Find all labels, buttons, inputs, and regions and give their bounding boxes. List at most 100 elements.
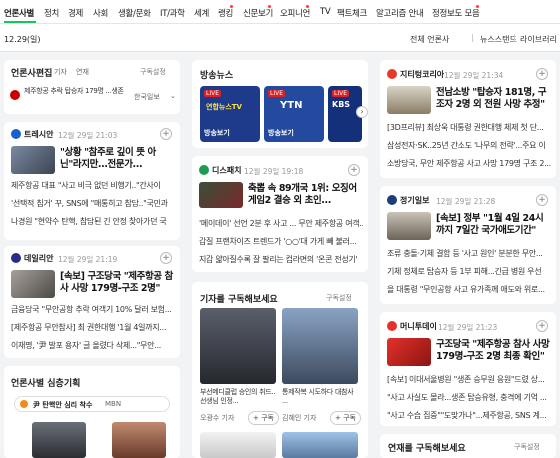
press-logo — [11, 129, 21, 139]
news-thumbnail[interactable] — [11, 146, 55, 174]
press-name: MBN — [105, 400, 122, 408]
tab-by-press[interactable]: 언론사별 — [4, 7, 34, 19]
article-link[interactable]: '메이데이' 선언 2분 후 사고 ... 무안 제주항공 여객... — [199, 218, 363, 229]
headline[interactable]: "상황 "참주로 깊이 뜻 아닌"라지만...전문가... — [60, 147, 174, 171]
article-link[interactable]: '선택적 침거' 꾸, SNS에 "매통히고 참담.."국민과 — [11, 198, 175, 209]
press-card-jitong: 지티텅코리아 12월 29일 21:34 + 전남소방 "탑승자 181명, 구… — [380, 60, 556, 178]
chevron-down-icon[interactable]: ⌄ — [170, 92, 176, 100]
reporter-caption[interactable]: 부선메디클럽 승인의 취드..선생님 인정... — [200, 388, 276, 406]
subscribe-plus-icon[interactable]: + — [348, 164, 360, 176]
reporter-caption[interactable]: 통제작복 시도하다 대참사 ... — [282, 388, 358, 406]
press-name: 한국일보 — [134, 93, 160, 101]
article-link[interactable]: 제주항공 대표 "사고 비극 없던 비행기.."간사이 — [11, 180, 175, 191]
reporter-subscribe-card: 기자를 구독해보세요 구독설정 부선메디클럽 승인의 취드..선생님 인정...… — [192, 282, 368, 458]
filter-reporter[interactable]: 기자 — [54, 67, 67, 77]
broadcast-item[interactable]: LIVE 연합뉴스TV 방송보기 — [200, 86, 260, 142]
article-link[interactable]: 이재명, '尹 발포 용자' 글 올렸다 삭제..."무안... — [11, 340, 175, 351]
article-link[interactable]: [3D프리뷰] 최상욱 대통령 권한대행 체제 첫 단... — [387, 122, 551, 133]
card-title: 방송뉴스 — [200, 71, 234, 81]
press-name[interactable]: 머니투데이 — [400, 321, 437, 332]
subscribe-button[interactable]: + 구독 — [330, 411, 361, 425]
reporter-name: 김혜인 기자 — [282, 414, 317, 422]
press-name[interactable]: 트레시안 — [24, 129, 53, 140]
subscribe-setting[interactable]: 구독설정 — [140, 67, 166, 77]
press-card-jeongi: 정기일보 12월 29일 21:28 + [속보] 정부 "1월 4일 24시까… — [380, 186, 556, 304]
new-dot — [268, 5, 271, 8]
article-link[interactable]: [속보] 이대서울병원 "생존 승무원 응원"드렸 상... — [387, 374, 551, 385]
article-link[interactable]: 금융당국 "무안공항 추락 여객기 10% 달러 보험... — [11, 304, 175, 315]
tab-society[interactable]: 사회 — [93, 7, 108, 19]
channel-name: KBS — [332, 100, 351, 109]
press-card-tribune: 트레시안 12월 29일 21:03 + "상황 "참주로 깊이 뜻 아닌"라지… — [4, 122, 180, 240]
feature-card: 언론사별 심층기획 尹 탄핵안 심리 착수 MBN — [4, 366, 180, 458]
press-logo — [11, 253, 21, 263]
article-link[interactable]: [제주항공 무안참사] 최 권한대행 '1월 4일까지... — [11, 322, 175, 333]
tab-economy[interactable]: 경제 — [68, 7, 83, 19]
reporter-thumbnail[interactable] — [282, 308, 358, 384]
tab-world[interactable]: 세계 — [194, 7, 209, 19]
news-thumbnail[interactable] — [11, 270, 55, 298]
link-all-press[interactable]: 전체 언론사 — [410, 34, 449, 45]
tab-ranking[interactable]: 랭킹 — [218, 7, 233, 19]
subscribe-plus-icon[interactable]: + — [160, 128, 172, 140]
tab-opinion[interactable]: 오피니언 — [280, 7, 310, 19]
press-name[interactable]: 데일리안 — [24, 253, 53, 264]
article-link[interactable]: 소방당국, 무안 제주항공 사고 사망 179명 구조 2... — [387, 158, 551, 169]
reporter-thumbnail[interactable] — [200, 308, 276, 384]
tab-factcheck[interactable]: 팩트체크 — [337, 7, 367, 19]
tab-life-culture[interactable]: 생활/문화 — [118, 7, 151, 19]
headline[interactable]: [속보] 정부 "1월 4일 24시까지 7일간 국가애도기간" — [436, 213, 550, 237]
tab-it-science[interactable]: IT/과학 — [160, 7, 185, 19]
headline[interactable]: 구조당국 "제주항공 참사 사망 179명-구조 2명 최종 확인" — [436, 339, 550, 363]
tab-politics[interactable]: 정치 — [44, 7, 59, 19]
tab-corrections[interactable]: 정정보도 모음 — [432, 7, 480, 19]
headline[interactable]: 전남소방 "탑승자 181명, 구조자 2명 외 전원 사망 추정" — [436, 87, 550, 111]
news-thumbnail[interactable] — [387, 212, 431, 240]
news-thumbnail[interactable] — [112, 422, 166, 458]
link-newsstand[interactable]: 뉴스스탠드 — [480, 34, 517, 45]
article-link[interactable]: 갑질 프랜차이즈 트렌드가 '○○'대 가게 빼 불러... — [199, 236, 363, 247]
reporter-thumbnail[interactable] — [200, 432, 276, 458]
press-name[interactable]: 지티텅코리아 — [400, 69, 444, 80]
article-link[interactable]: 지갑 얇아질수록 잘 팔리는 컵라면의 '온콘 전성기' — [199, 254, 363, 265]
subscribe-plus-icon[interactable]: + — [536, 320, 548, 332]
filter-series[interactable]: 연재 — [76, 67, 89, 77]
card-title: 언론사별 심층기획 — [11, 379, 81, 389]
article-link[interactable]: 기체 정체로 탑승자 등 1부 피해...긴급 병원 우선 — [387, 266, 551, 277]
article-link[interactable]: 나경원 "현약수 탄핵, 참담된 긴 안정 찾아가던 국 — [11, 216, 175, 227]
tab-newspaper[interactable]: 신문보기 — [243, 7, 273, 19]
tab-algorithm[interactable]: 알고리즘 안내 — [376, 7, 424, 19]
article-link[interactable]: 삼성전자·SK..25년 간소도 '나무의 전략'...주요 이 — [387, 140, 551, 151]
new-dot — [476, 5, 479, 8]
news-thumbnail[interactable] — [32, 422, 86, 458]
article-link[interactable]: 조류 충돌·기체 결함 등 '사고 원인' 분분한 무안... — [387, 248, 551, 259]
article-link[interactable]: "사고 수습 집중""도맞가나"...제주항공, SNS 계... — [387, 410, 551, 421]
subscribe-setting[interactable]: 구독설정 — [326, 293, 352, 303]
timestamp: 12월 29일 21:34 — [444, 71, 504, 80]
headline[interactable]: [속보] 구조당국 "제주항공 참사 사망 179명-구조 2명" — [60, 271, 174, 295]
news-thumbnail[interactable] — [199, 182, 243, 208]
subscribe-plus-icon[interactable]: + — [160, 252, 172, 264]
series-subscribe-card: 연재를 구독해보세요 구독설정 — [380, 434, 556, 458]
carousel-next-icon[interactable]: › — [356, 106, 368, 118]
headline[interactable]: 축뽑 속 89개국 1위: 오징어게임2 결승 외 초인... — [248, 183, 362, 207]
link-library[interactable]: 라이브러리 — [520, 34, 557, 45]
subscribe-plus-icon[interactable]: + — [536, 194, 548, 206]
press-name[interactable]: 디스패치 — [212, 165, 241, 176]
article-link[interactable]: "사고 사실도 몰라...생존 탑승유형, 충격에 기억 ... — [387, 392, 551, 403]
headline[interactable]: 제주항공 추락 탑승자 179명 ...생존자 단 2명 — [24, 86, 124, 96]
card-title: 기자를 구독해보세요 — [200, 295, 278, 305]
subscribe-setting[interactable]: 구독설정 — [514, 442, 540, 452]
press-name[interactable]: 정기일보 — [400, 195, 429, 206]
card-title: 연재를 구독해보세요 — [388, 444, 466, 454]
press-edit-card: 언론사편집 기자 연재 구독설정 제주항공 추락 탑승자 179명 ...생존자… — [4, 60, 180, 114]
feature-chip[interactable]: 尹 탄핵안 심리 착수 MBN — [14, 396, 170, 412]
news-thumbnail[interactable] — [387, 86, 431, 114]
news-thumbnail[interactable] — [387, 338, 431, 366]
subscribe-button[interactable]: + 구독 — [248, 411, 279, 425]
article-link[interactable]: 을 대통령 "무인공항 사고 유가족께 애도와 위로... — [387, 284, 551, 295]
broadcast-item[interactable]: LIVE YTN 방송보기 — [264, 86, 324, 142]
reporter-thumbnail[interactable] — [282, 432, 358, 458]
subscribe-plus-icon[interactable]: + — [536, 68, 548, 80]
tab-tv[interactable]: TV — [320, 7, 331, 17]
